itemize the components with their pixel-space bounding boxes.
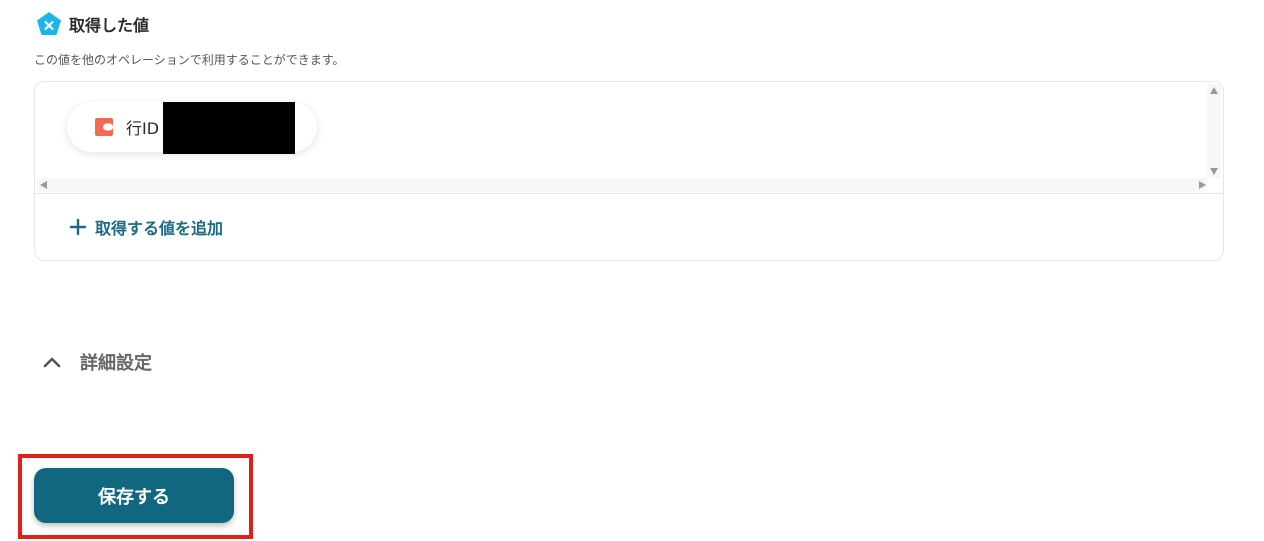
chevron-up-icon bbox=[43, 357, 61, 368]
section-title: 取得した値 bbox=[69, 16, 150, 35]
scroll-right-icon[interactable] bbox=[1199, 181, 1206, 189]
save-button[interactable]: 保存する bbox=[34, 468, 234, 523]
plus-icon bbox=[69, 218, 87, 236]
scroll-up-icon[interactable] bbox=[1210, 87, 1218, 94]
values-box: 行ID 取得する値を追加 bbox=[34, 81, 1224, 261]
advanced-settings-toggle[interactable]: 詳細設定 bbox=[42, 349, 152, 375]
app-logo-icon bbox=[95, 118, 113, 136]
add-value-button[interactable]: 取得する値を追加 bbox=[69, 215, 223, 239]
page: 取得した値 この値を他のオペレーションで利用することができます。 行ID 取得す… bbox=[0, 0, 1264, 541]
value-chip-label: 行ID bbox=[126, 119, 160, 138]
value-chip[interactable]: 行ID bbox=[67, 102, 317, 154]
advanced-settings-label: 詳細設定 bbox=[80, 353, 152, 374]
scroll-down-icon[interactable] bbox=[1210, 168, 1218, 175]
section-description: この値を他のオペレーションで利用することができます。 bbox=[34, 53, 345, 67]
redaction-block bbox=[163, 102, 295, 154]
scroll-left-icon[interactable] bbox=[40, 181, 47, 189]
x-pentagon-icon bbox=[37, 12, 61, 35]
horizontal-scrollbar[interactable] bbox=[37, 178, 1207, 192]
chips-area: 行ID bbox=[35, 82, 1223, 194]
section-header: 取得した値 bbox=[36, 11, 149, 37]
add-value-label: 取得する値を追加 bbox=[95, 219, 224, 238]
vertical-scrollbar[interactable] bbox=[1207, 84, 1221, 178]
